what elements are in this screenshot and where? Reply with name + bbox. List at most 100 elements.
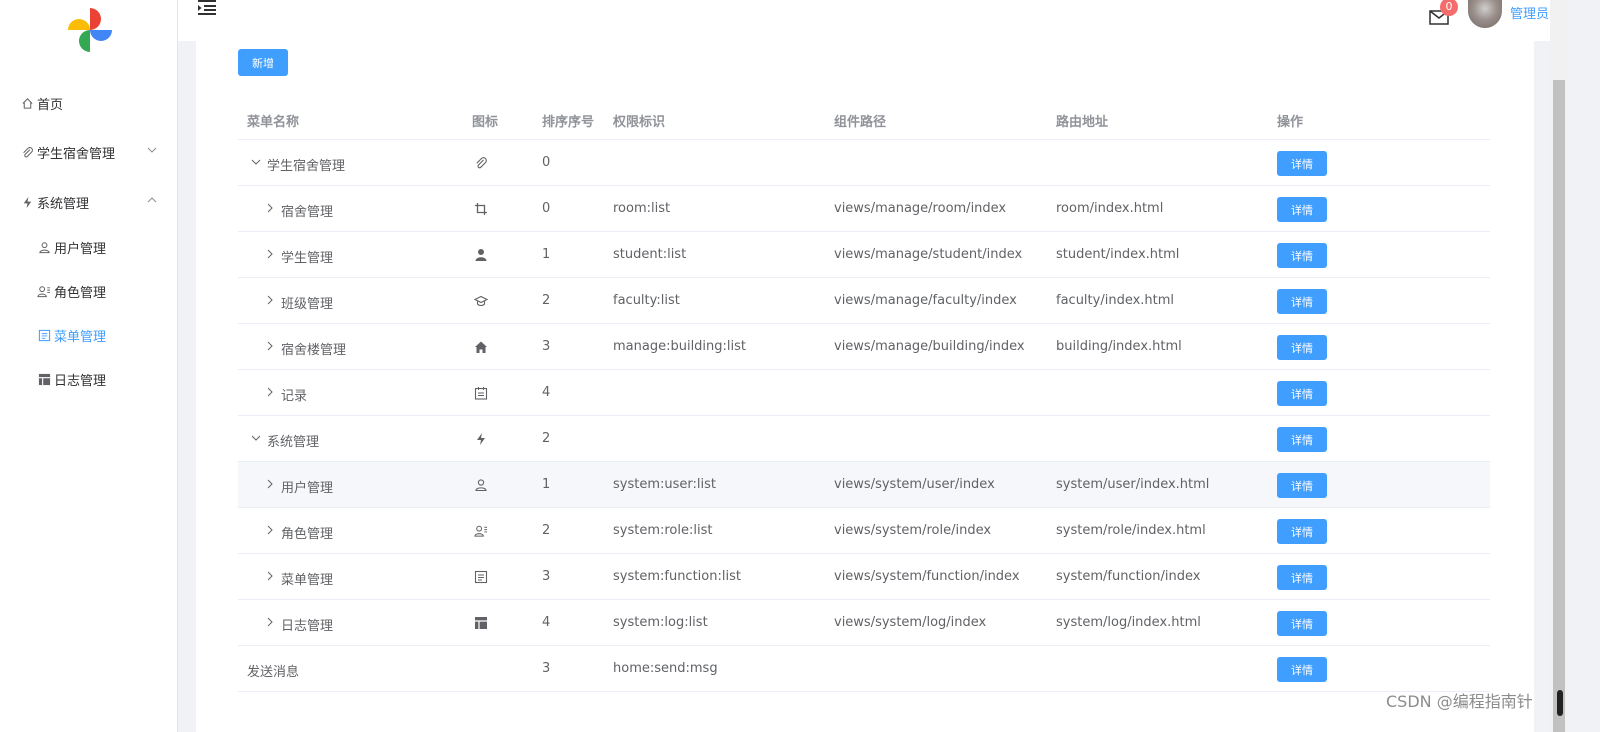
table-row[interactable]: 发送消息 3 home:send:msg 详情 bbox=[238, 646, 1490, 692]
paperclip-icon bbox=[476, 157, 487, 169]
detail-button[interactable]: 详情 bbox=[1277, 243, 1327, 268]
table-row[interactable]: 记录 4 详情 bbox=[238, 370, 1490, 416]
detail-button[interactable]: 详情 bbox=[1277, 335, 1327, 360]
avatar[interactable] bbox=[1468, 0, 1502, 28]
permission: room:list bbox=[613, 201, 671, 216]
menu-name: 系统管理 bbox=[267, 435, 320, 450]
sidebar-item-label: 菜单管理 bbox=[54, 329, 107, 345]
column-header-route[interactable]: 路由地址 bbox=[1056, 111, 1108, 130]
sidebar-item-label: 系统管理 bbox=[37, 196, 90, 212]
sort-order: 2 bbox=[542, 293, 551, 308]
table-row[interactable]: 日志管理 4 system:log:list views/system/log/… bbox=[238, 600, 1490, 646]
sidebar-item-system[interactable]: 系统管理 bbox=[0, 180, 178, 224]
column-header-component[interactable]: 组件路径 bbox=[834, 111, 886, 130]
chevron-right-icon[interactable] bbox=[265, 249, 275, 259]
sidebar-item-roles[interactable]: 角色管理 bbox=[0, 269, 178, 313]
chevron-right-icon[interactable] bbox=[265, 617, 275, 627]
chevron-right-icon[interactable] bbox=[265, 203, 275, 213]
message-button[interactable]: 0 bbox=[1428, 0, 1458, 30]
table-row[interactable]: 菜单管理 3 system:function:list views/system… bbox=[238, 554, 1490, 600]
detail-button[interactable]: 详情 bbox=[1277, 473, 1327, 498]
chevron-right-icon[interactable] bbox=[265, 341, 275, 351]
route-path: system/role/index.html bbox=[1056, 523, 1206, 538]
detail-button[interactable]: 详情 bbox=[1277, 519, 1327, 544]
sidebar-item-menus[interactable]: 菜单管理 bbox=[0, 313, 178, 357]
detail-button[interactable]: 详情 bbox=[1277, 657, 1327, 682]
table-row[interactable]: 学生宿舍管理 0 详情 bbox=[238, 140, 1490, 186]
sort-order: 2 bbox=[542, 523, 551, 538]
menu-name: 宿舍楼管理 bbox=[281, 343, 347, 358]
column-header-sort[interactable]: 排序序号 bbox=[542, 111, 594, 130]
sort-order: 3 bbox=[542, 661, 551, 676]
add-menu-button[interactable]: 新增 bbox=[238, 49, 288, 76]
component-path: views/system/role/index bbox=[834, 523, 992, 538]
permission: manage:building:list bbox=[613, 339, 747, 354]
table-row[interactable]: 系统管理 2 详情 bbox=[238, 416, 1490, 462]
main-card: 新增 菜单名称 图标 排序序号 权限标识 组件路径 路由地址 操作 学生宿舍管理… bbox=[196, 41, 1534, 732]
sidebar-item-label: 角色管理 bbox=[54, 285, 107, 301]
column-header-action[interactable]: 操作 bbox=[1277, 111, 1303, 130]
user-role-icon bbox=[37, 284, 51, 298]
detail-button[interactable]: 详情 bbox=[1277, 427, 1327, 452]
user-role-icon bbox=[474, 525, 488, 537]
table-row[interactable]: 宿舍楼管理 3 manage:building:list views/manag… bbox=[238, 324, 1490, 370]
app-root: 首页 学生宿舍管理 系统管理 用户管理 角色管理 菜单管理 日志管理 0 管理员… bbox=[0, 0, 1600, 732]
column-header-permission[interactable]: 权限标识 bbox=[613, 111, 665, 130]
table-row[interactable]: 班级管理 2 faculty:list views/manage/faculty… bbox=[238, 278, 1490, 324]
sidebar-item-label: 学生宿舍管理 bbox=[37, 146, 116, 162]
menu-name: 学生宿舍管理 bbox=[267, 159, 346, 174]
detail-button[interactable]: 详情 bbox=[1277, 381, 1327, 406]
chevron-down-icon[interactable] bbox=[251, 157, 261, 167]
menu-name: 角色管理 bbox=[281, 527, 334, 542]
route-path: room/index.html bbox=[1056, 201, 1164, 216]
route-path: building/index.html bbox=[1056, 339, 1182, 354]
column-header-icon[interactable]: 图标 bbox=[472, 111, 498, 130]
component-path: views/system/user/index bbox=[834, 477, 995, 492]
table-row[interactable]: 用户管理 1 system:user:list views/system/use… bbox=[238, 462, 1490, 508]
table-row[interactable]: 学生管理 1 student:list views/manage/student… bbox=[238, 232, 1490, 278]
permission: home:send:msg bbox=[613, 661, 718, 676]
route-path: student/index.html bbox=[1056, 247, 1180, 262]
sort-order: 4 bbox=[542, 385, 551, 400]
menu-name: 班级管理 bbox=[281, 297, 334, 312]
document-list-icon bbox=[474, 570, 488, 584]
chevron-up-icon bbox=[147, 197, 157, 203]
chevron-right-icon[interactable] bbox=[265, 571, 275, 581]
permission: system:log:list bbox=[613, 615, 708, 630]
sidebar-item-dormitory[interactable]: 学生宿舍管理 bbox=[0, 130, 178, 174]
chevron-right-icon[interactable] bbox=[265, 387, 275, 397]
detail-button[interactable]: 详情 bbox=[1277, 565, 1327, 590]
message-count-badge: 0 bbox=[1440, 0, 1458, 16]
crop-icon bbox=[475, 203, 487, 215]
grid-table-icon bbox=[475, 617, 487, 629]
sort-order: 0 bbox=[542, 155, 551, 170]
sort-order: 3 bbox=[542, 569, 551, 584]
user-name-dropdown[interactable]: 管理员 bbox=[1510, 3, 1549, 22]
chevron-right-icon[interactable] bbox=[265, 479, 275, 489]
top-header: 0 管理员 bbox=[178, 0, 1563, 41]
sidebar-item-logs[interactable]: 日志管理 bbox=[0, 357, 178, 401]
detail-button[interactable]: 详情 bbox=[1277, 611, 1327, 636]
sidebar-item-users[interactable]: 用户管理 bbox=[0, 225, 178, 269]
sidebar-fold-icon[interactable] bbox=[198, 0, 216, 16]
chevron-right-icon[interactable] bbox=[265, 295, 275, 305]
chevron-down-icon[interactable] bbox=[251, 433, 261, 443]
user-solid-icon bbox=[475, 249, 487, 261]
column-header-name[interactable]: 菜单名称 bbox=[247, 111, 299, 130]
menu-name: 用户管理 bbox=[281, 481, 334, 496]
component-path: views/system/function/index bbox=[834, 569, 1020, 584]
table-row[interactable]: 角色管理 2 system:role:list views/system/rol… bbox=[238, 508, 1490, 554]
sidebar-item-home[interactable]: 首页 bbox=[0, 81, 178, 125]
chevron-right-icon[interactable] bbox=[265, 525, 275, 535]
page-scrollbar-thumb[interactable] bbox=[1553, 80, 1565, 732]
detail-button[interactable]: 详情 bbox=[1277, 289, 1327, 314]
detail-button[interactable]: 详情 bbox=[1277, 197, 1327, 222]
permission: system:user:list bbox=[613, 477, 716, 492]
chevron-down-icon bbox=[147, 147, 157, 153]
route-path: system/user/index.html bbox=[1056, 477, 1210, 492]
sort-order: 0 bbox=[542, 201, 551, 216]
table-row[interactable]: 宿舍管理 0 room:list views/manage/room/index… bbox=[238, 186, 1490, 232]
graduation-cap-icon bbox=[474, 295, 488, 307]
table-header: 菜单名称 图标 排序序号 权限标识 组件路径 路由地址 操作 bbox=[238, 97, 1490, 140]
detail-button[interactable]: 详情 bbox=[1277, 151, 1327, 176]
